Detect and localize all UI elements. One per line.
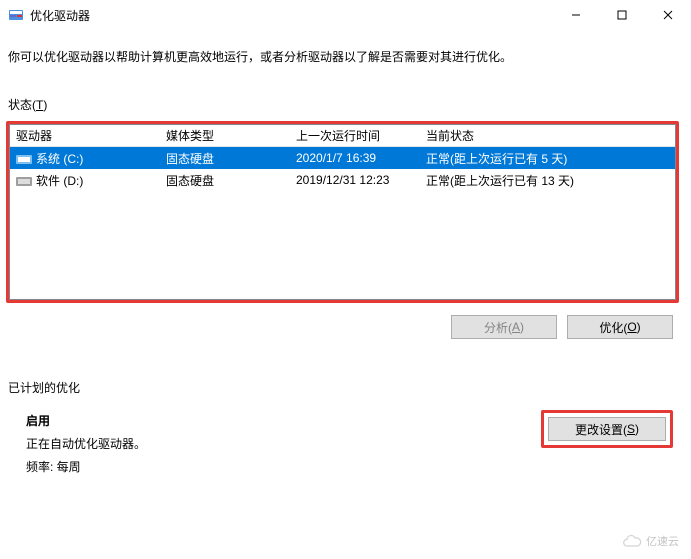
minimize-button[interactable] [553,0,599,30]
table-row[interactable]: 软件 (D:) 固态硬盘 2019/12/31 12:23 正常(距上次运行已有… [10,169,675,191]
change-settings-highlight: 更改设置(S) [541,410,673,448]
running-text: 正在自动优化驱动器。 [26,433,146,456]
watermark-text: 亿速云 [646,533,679,549]
drive-icon [16,175,32,187]
drive-icon [16,153,32,165]
status-label: 状态(T) [8,96,679,113]
media-type: 固态硬盘 [160,150,290,167]
window-title: 优化驱动器 [30,7,90,24]
header-drive[interactable]: 驱动器 [10,127,160,144]
cloud-icon [622,531,642,551]
current-status: 正常(距上次运行已有 5 天) [420,150,675,167]
window-controls [553,0,691,30]
enabled-label: 启用 [26,410,146,433]
change-settings-button[interactable]: 更改设置(S) [548,417,666,441]
drive-table-highlight: 驱动器 媒体类型 上一次运行时间 当前状态 系统 (C:) 固态硬盘 2020/… [6,121,679,303]
description-text: 你可以优化驱动器以帮助计算机更高效地运行，或者分析驱动器以了解是否需要对其进行优… [8,48,679,66]
action-buttons: 分析(A) 优化(O) [6,315,673,339]
table-row[interactable]: 系统 (C:) 固态硬盘 2020/1/7 16:39 正常(距上次运行已有 5… [10,147,675,169]
schedule-text: 启用 正在自动优化驱动器。 频率: 每周 [26,410,146,478]
watermark: 亿速云 [622,531,679,551]
header-lastrun[interactable]: 上一次运行时间 [290,127,420,144]
schedule-info-row: 启用 正在自动优化驱动器。 频率: 每周 更改设置(S) [6,410,679,478]
maximize-button[interactable] [599,0,645,30]
media-type: 固态硬盘 [160,172,290,189]
last-run: 2019/12/31 12:23 [290,173,420,187]
header-media[interactable]: 媒体类型 [160,127,290,144]
scheduled-section-label: 已计划的优化 [8,379,679,396]
optimize-button[interactable]: 优化(O) [567,315,673,339]
drive-table[interactable]: 驱动器 媒体类型 上一次运行时间 当前状态 系统 (C:) 固态硬盘 2020/… [9,124,676,300]
analyze-button: 分析(A) [451,315,557,339]
last-run: 2020/1/7 16:39 [290,151,420,165]
frequency-text: 频率: 每周 [26,456,146,479]
drive-name: 软件 (D:) [36,174,83,188]
app-icon [8,7,24,23]
current-status: 正常(距上次运行已有 13 天) [420,172,675,189]
table-header-row: 驱动器 媒体类型 上一次运行时间 当前状态 [10,125,675,147]
header-current[interactable]: 当前状态 [420,127,675,144]
close-button[interactable] [645,0,691,30]
drive-name: 系统 (C:) [36,152,83,166]
